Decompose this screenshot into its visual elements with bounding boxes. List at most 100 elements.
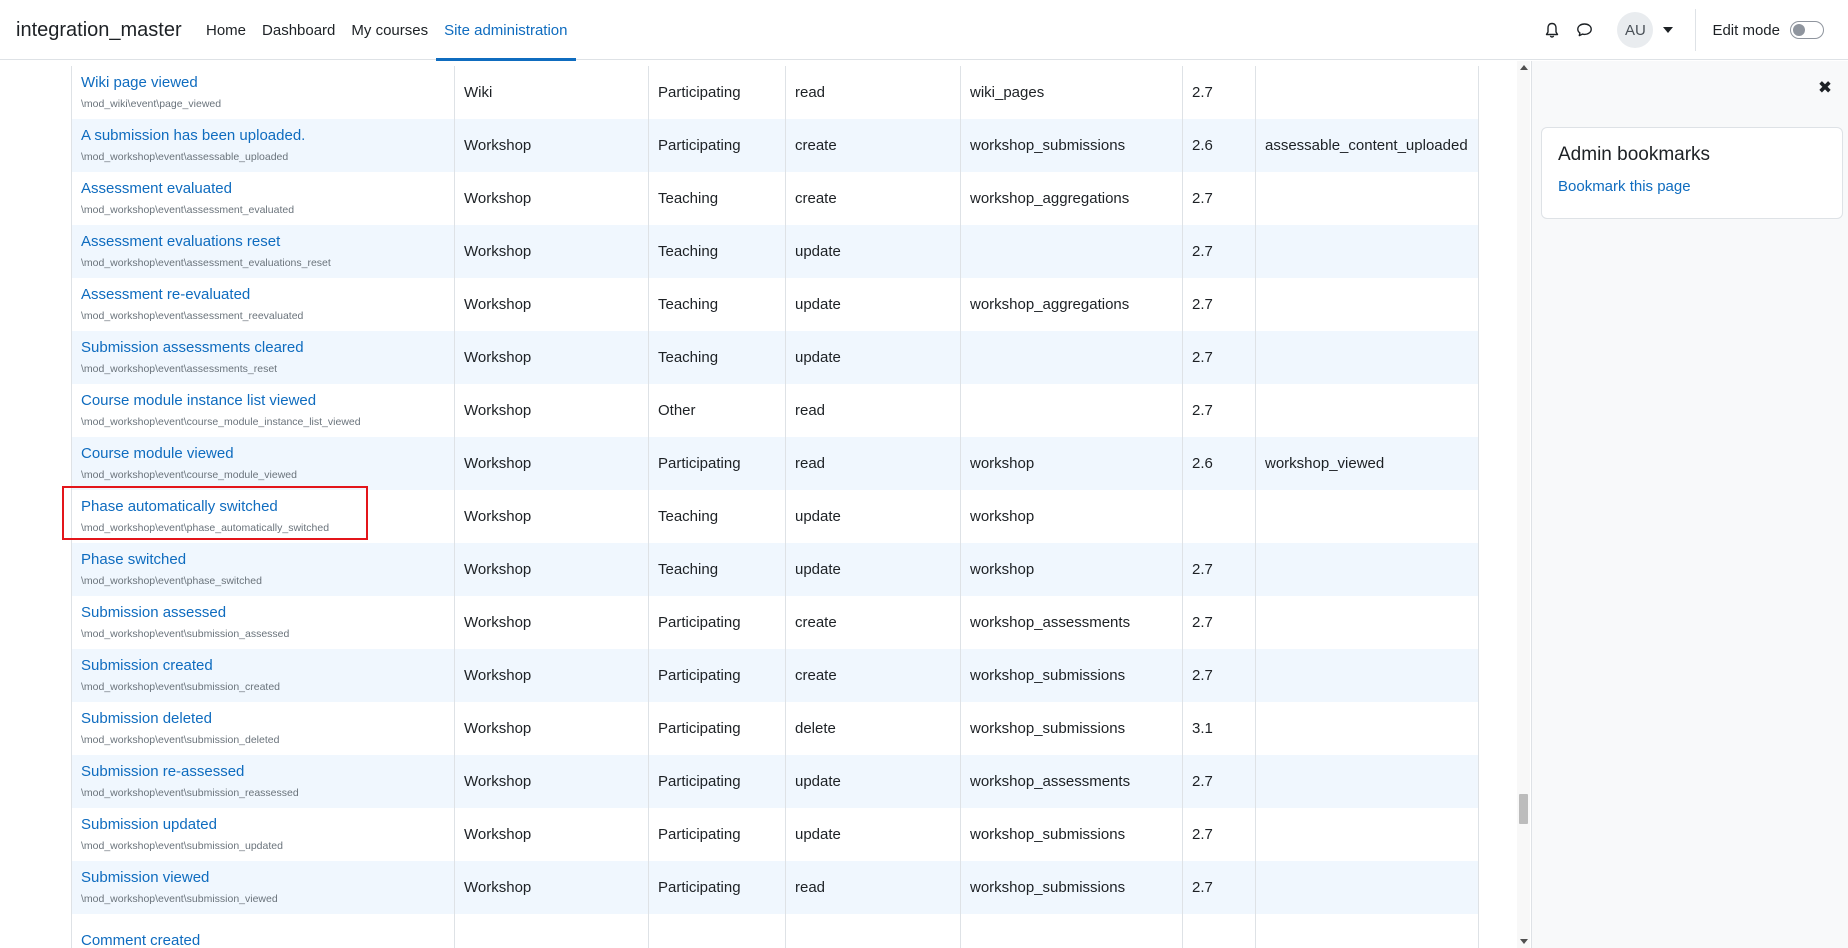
component-cell: Workshop — [454, 543, 649, 596]
top-navbar: integration_master Home Dashboard My cou… — [0, 0, 1848, 61]
legacy-event-cell — [1255, 808, 1479, 861]
navbar-divider — [1695, 9, 1697, 51]
primary-navigation: Home Dashboard My courses Site administr… — [198, 0, 576, 61]
event-class-path: \mod_workshop\event\submission_deleted — [81, 734, 280, 746]
table-row: Assessment evaluated \mod_workshop\event\… — [71, 172, 1479, 225]
event-class-path: \mod_workshop\event\phase_switched — [81, 575, 262, 587]
legacy-event-cell — [1255, 172, 1479, 225]
affected-table-cell: workshop — [960, 490, 1183, 543]
event-name-link[interactable]: Submission deleted — [81, 709, 445, 729]
crud-cell: update — [785, 331, 961, 384]
scroll-up-arrow-icon[interactable] — [1520, 65, 1528, 70]
crud-cell: read — [785, 384, 961, 437]
event-name-link[interactable]: Assessment re-evaluated — [81, 285, 445, 305]
event-name-cell: Submission viewed \mod_workshop\event\sub… — [71, 861, 455, 914]
table-row: Phase automatically switched \mod_worksho… — [71, 490, 1479, 543]
legacy-event-cell — [1255, 66, 1479, 119]
crud-cell: read — [785, 861, 961, 914]
affected-table-cell — [960, 331, 1183, 384]
crud-cell: create — [785, 649, 961, 702]
table-row: Comment created Question commentsParticip… — [71, 914, 1479, 948]
edulevel-cell: Other — [648, 384, 786, 437]
legacy-event-cell — [1255, 861, 1479, 914]
table-row: Submission re-assessed \mod_workshop\even… — [71, 755, 1479, 808]
messages-chat-icon[interactable] — [1569, 15, 1599, 45]
since-cell: 2.7 — [1182, 225, 1256, 278]
notifications-bell-icon[interactable] — [1537, 15, 1567, 45]
event-name-link[interactable]: Submission assessed — [81, 603, 445, 623]
component-cell: Workshop — [454, 225, 649, 278]
event-class-path: \mod_wiki\event\page_viewed — [81, 98, 222, 110]
legacy-event-cell: assessable_content_uploaded — [1255, 119, 1479, 172]
admin-bookmarks-title: Admin bookmarks — [1558, 144, 1711, 165]
event-name-link[interactable]: Submission re-assessed — [81, 762, 445, 782]
event-name-link[interactable]: Submission viewed — [81, 868, 445, 888]
event-class-path: \mod_workshop\event\assessments_reset — [81, 363, 278, 375]
event-name-link[interactable]: Phase automatically switched — [81, 497, 445, 517]
crud-cell: create — [785, 596, 961, 649]
component-cell: Wiki — [454, 66, 649, 119]
scroll-down-arrow-icon[interactable] — [1520, 939, 1528, 944]
affected-table-cell: workshop_submissions — [960, 808, 1183, 861]
affected-table-cell: workshop_assessments — [960, 596, 1183, 649]
event-name-link[interactable]: Course module instance list viewed — [81, 391, 445, 411]
event-class-path: \mod_workshop\event\submission_reassesse… — [81, 787, 299, 799]
affected-table-cell: workshop_submissions — [960, 702, 1183, 755]
event-class-path: \mod_workshop\event\submission_assessed — [81, 628, 290, 640]
edulevel-cell: Teaching — [648, 543, 786, 596]
legacy-event-cell — [1255, 278, 1479, 331]
admin-bookmarks-block: Admin bookmarks Bookmark this page — [1541, 127, 1843, 219]
legacy-event-cell: workshop_viewed — [1255, 437, 1479, 490]
component-cell: Workshop — [454, 755, 649, 808]
site-brand[interactable]: integration_master — [16, 19, 182, 42]
table-row: Course module viewed \mod_workshop\event\… — [71, 437, 1479, 490]
table-row: Submission created \mod_workshop\event\su… — [71, 649, 1479, 702]
main-content: Wiki page viewed \mod_wiki\event\page_vie… — [0, 61, 1530, 948]
nav-site-administration[interactable]: Site administration — [436, 0, 576, 61]
event-name-link[interactable]: Submission assessments cleared — [81, 338, 445, 358]
crud-cell: update — [785, 543, 961, 596]
event-name-link[interactable]: Phase switched — [81, 550, 445, 570]
nav-dashboard[interactable]: Dashboard — [254, 0, 343, 60]
component-cell: Workshop — [454, 278, 649, 331]
event-name-link[interactable]: Comment created — [81, 931, 445, 948]
since-cell: 2.7 — [1182, 278, 1256, 331]
block-drawer: ✖ Admin bookmarks Bookmark this page — [1531, 61, 1848, 948]
event-name-link[interactable]: Assessment evaluations reset — [81, 232, 445, 252]
crud-cell: update — [785, 490, 961, 543]
event-name-cell: Course module viewed \mod_workshop\event\… — [71, 437, 455, 490]
nav-home[interactable]: Home — [198, 0, 254, 60]
affected-table-cell: workshop_assessments — [960, 755, 1183, 808]
user-avatar[interactable]: AU — [1617, 12, 1654, 48]
since-cell: 2.7 — [1182, 649, 1256, 702]
edulevel-cell: Participating — [648, 755, 786, 808]
user-menu-chevron-down-icon[interactable] — [1663, 27, 1674, 33]
event-name-cell: Wiki page viewed \mod_wiki\event\page_vie… — [71, 66, 455, 119]
event-name-link[interactable]: Assessment evaluated — [81, 179, 445, 199]
event-name-link[interactable]: Course module viewed — [81, 444, 445, 464]
nav-my-courses[interactable]: My courses — [343, 0, 436, 60]
page-scrollbar[interactable] — [1517, 61, 1530, 948]
close-drawer-icon[interactable]: ✖ — [1816, 79, 1834, 97]
event-name-cell: Course module instance list viewed \mod_w… — [71, 384, 455, 437]
since-cell: 2.7 — [1182, 66, 1256, 119]
edulevel-cell: Teaching — [648, 278, 786, 331]
event-class-path: \mod_workshop\event\assessment_evaluatio… — [81, 257, 331, 269]
legacy-event-cell — [1255, 702, 1479, 755]
event-class-path: \mod_workshop\event\assessment_evaluated — [81, 204, 295, 216]
bookmark-this-page-link[interactable]: Bookmark this page — [1558, 178, 1826, 195]
event-name-link[interactable]: Submission updated — [81, 815, 445, 835]
since-cell: 2.7 — [1182, 331, 1256, 384]
edulevel-cell: Participating — [648, 596, 786, 649]
edit-mode-toggle[interactable] — [1790, 21, 1824, 39]
event-name-link[interactable]: Submission created — [81, 656, 445, 676]
event-name-link[interactable]: A submission has been uploaded. — [81, 126, 445, 146]
scrollbar-thumb[interactable] — [1519, 794, 1528, 824]
event-class-path: \mod_workshop\event\assessment_reevaluat… — [81, 310, 304, 322]
legacy-event-cell — [1255, 225, 1479, 278]
event-name-link[interactable]: Wiki page viewed — [81, 73, 445, 93]
affected-table-cell: wiki_pages — [960, 66, 1183, 119]
event-name-cell: Submission deleted \mod_workshop\event\su… — [71, 702, 455, 755]
table-row: Submission updated \mod_workshop\event\su… — [71, 808, 1479, 861]
event-class-path: \mod_workshop\event\submission_viewed — [81, 893, 278, 905]
